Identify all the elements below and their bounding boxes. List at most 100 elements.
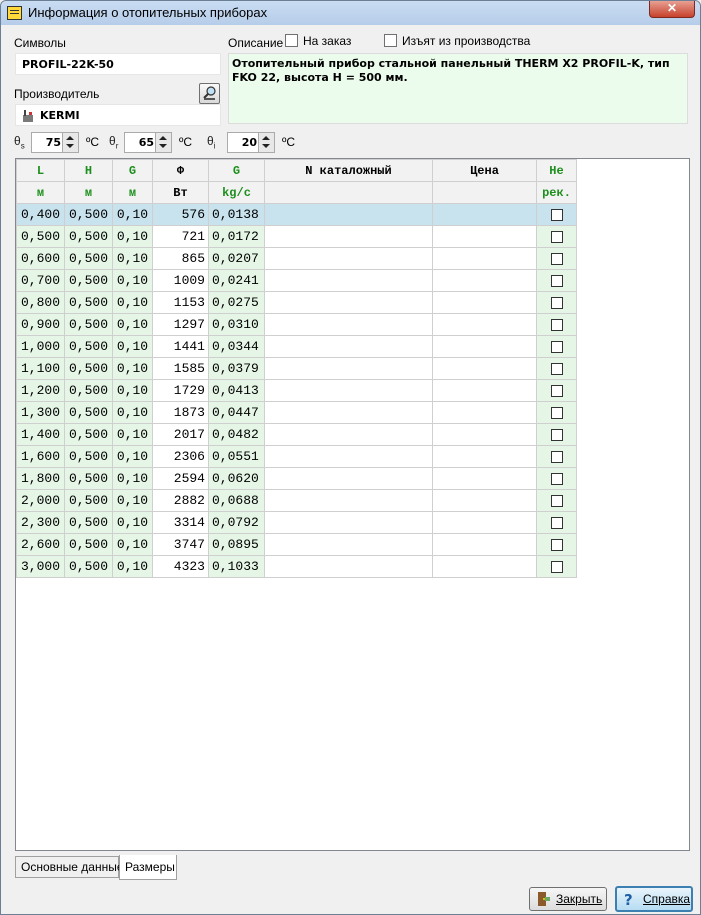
price-cell[interactable] bbox=[432, 401, 537, 424]
radiator-grid[interactable]: LHGΦGN каталожный Цена Не м м м Вт kg/c рек. 0,40… bbox=[15, 158, 690, 851]
column-header[interactable]: G bbox=[112, 159, 153, 182]
column-header[interactable]: Не bbox=[536, 159, 577, 182]
table-cell[interactable]: 1153 bbox=[152, 291, 209, 314]
table-cell[interactable]: 0,500 bbox=[64, 313, 113, 336]
table-cell[interactable]: 2882 bbox=[152, 489, 209, 512]
not-recommended-checkbox[interactable] bbox=[550, 318, 563, 331]
column-header[interactable]: м bbox=[64, 181, 113, 204]
catalog-number-cell[interactable] bbox=[264, 511, 433, 534]
table-cell[interactable]: 0,10 bbox=[112, 379, 153, 402]
catalog-number-cell[interactable] bbox=[264, 225, 433, 248]
price-cell[interactable] bbox=[432, 533, 537, 556]
column-header[interactable] bbox=[264, 181, 433, 204]
column-header[interactable]: H bbox=[64, 159, 113, 182]
not-recommended-checkbox[interactable] bbox=[550, 384, 563, 397]
table-cell[interactable]: 0,600 bbox=[16, 247, 65, 270]
table-cell[interactable]: 0,0207 bbox=[208, 247, 265, 270]
table-cell[interactable]: 2,000 bbox=[16, 489, 65, 512]
table-cell[interactable]: 0,500 bbox=[64, 401, 113, 424]
table-cell[interactable]: 0,0895 bbox=[208, 533, 265, 556]
table-cell[interactable]: 0,800 bbox=[16, 291, 65, 314]
table-cell[interactable]: 0,0379 bbox=[208, 357, 265, 380]
table-cell[interactable]: 0,10 bbox=[112, 269, 153, 292]
table-cell[interactable]: 1873 bbox=[152, 401, 209, 424]
table-row[interactable]: 0,800 0,500 0,10 1153 0,0275 bbox=[16, 291, 577, 314]
theta-s-arrows[interactable] bbox=[62, 133, 78, 152]
theta-i-arrows[interactable] bbox=[258, 133, 274, 152]
catalog-number-cell[interactable] bbox=[264, 489, 433, 512]
table-row[interactable]: 2,300 0,500 0,10 3314 0,0792 bbox=[16, 511, 577, 534]
catalog-number-cell[interactable] bbox=[264, 379, 433, 402]
spin-down-icon[interactable] bbox=[262, 144, 270, 148]
catalog-number-cell[interactable] bbox=[264, 401, 433, 424]
table-cell[interactable]: 1,600 bbox=[16, 445, 65, 468]
table-row[interactable]: 0,400 0,500 0,10 576 0,0138 bbox=[16, 203, 577, 226]
table-row[interactable]: 0,500 0,500 0,10 721 0,0172 bbox=[16, 225, 577, 248]
catalog-number-cell[interactable] bbox=[264, 247, 433, 270]
table-cell[interactable]: 0,10 bbox=[112, 423, 153, 446]
not-recommended-checkbox[interactable] bbox=[550, 208, 563, 221]
table-cell[interactable]: 0,0413 bbox=[208, 379, 265, 402]
table-cell[interactable]: 0,10 bbox=[112, 203, 153, 226]
not-recommended-checkbox[interactable] bbox=[550, 340, 563, 353]
table-row[interactable]: 0,900 0,500 0,10 1297 0,0310 bbox=[16, 313, 577, 336]
table-cell[interactable]: 0,0688 bbox=[208, 489, 265, 512]
table-cell[interactable]: 1729 bbox=[152, 379, 209, 402]
not-recommended-checkbox[interactable] bbox=[550, 516, 563, 529]
table-cell[interactable]: 0,10 bbox=[112, 401, 153, 424]
catalog-number-cell[interactable] bbox=[264, 313, 433, 336]
spin-down-icon[interactable] bbox=[159, 144, 167, 148]
table-cell[interactable]: 0,10 bbox=[112, 225, 153, 248]
column-header[interactable]: Φ bbox=[152, 159, 209, 182]
column-header[interactable]: м bbox=[112, 181, 153, 204]
table-cell[interactable]: 0,500 bbox=[64, 533, 113, 556]
table-cell[interactable]: 3747 bbox=[152, 533, 209, 556]
table-cell[interactable]: 0,500 bbox=[64, 335, 113, 358]
price-cell[interactable] bbox=[432, 423, 537, 446]
theta-s-spinner[interactable]: 75 bbox=[31, 132, 79, 153]
spin-up-icon[interactable] bbox=[66, 136, 74, 140]
catalog-number-cell[interactable] bbox=[264, 357, 433, 380]
table-cell[interactable]: 0,10 bbox=[112, 555, 153, 578]
theta-r-spinner[interactable]: 65 bbox=[124, 132, 172, 153]
table-cell[interactable]: 0,0447 bbox=[208, 401, 265, 424]
theta-r-arrows[interactable] bbox=[155, 133, 171, 152]
table-cell[interactable]: 0,500 bbox=[64, 423, 113, 446]
column-header[interactable]: Вт bbox=[152, 181, 209, 204]
table-row[interactable]: 3,000 0,500 0,10 4323 0,1033 bbox=[16, 555, 577, 578]
table-cell[interactable]: 0,10 bbox=[112, 445, 153, 468]
table-cell[interactable]: 0,500 bbox=[16, 225, 65, 248]
price-cell[interactable] bbox=[432, 269, 537, 292]
price-cell[interactable] bbox=[432, 379, 537, 402]
table-row[interactable]: 1,100 0,500 0,10 1585 0,0379 bbox=[16, 357, 577, 380]
table-cell[interactable]: 1585 bbox=[152, 357, 209, 380]
table-cell[interactable]: 1,200 bbox=[16, 379, 65, 402]
table-cell[interactable]: 3314 bbox=[152, 511, 209, 534]
table-cell[interactable]: 576 bbox=[152, 203, 209, 226]
price-cell[interactable] bbox=[432, 291, 537, 314]
theta-i-spinner[interactable]: 20 bbox=[227, 132, 275, 153]
table-cell[interactable]: 2017 bbox=[152, 423, 209, 446]
table-cell[interactable]: 0,1033 bbox=[208, 555, 265, 578]
column-header[interactable]: Цена bbox=[432, 159, 537, 182]
table-row[interactable]: 1,400 0,500 0,10 2017 0,0482 bbox=[16, 423, 577, 446]
table-cell[interactable]: 2594 bbox=[152, 467, 209, 490]
not-recommended-checkbox[interactable] bbox=[550, 472, 563, 485]
table-cell[interactable]: 0,10 bbox=[112, 511, 153, 534]
catalog-number-cell[interactable] bbox=[264, 423, 433, 446]
table-cell[interactable]: 0,0310 bbox=[208, 313, 265, 336]
on-order-checkbox[interactable] bbox=[285, 34, 298, 47]
column-header[interactable]: kg/c bbox=[208, 181, 265, 204]
table-cell[interactable]: 0,10 bbox=[112, 335, 153, 358]
tab-main-data[interactable]: Основные данные bbox=[15, 856, 124, 878]
table-cell[interactable]: 0,0551 bbox=[208, 445, 265, 468]
table-cell[interactable]: 0,500 bbox=[64, 203, 113, 226]
table-cell[interactable]: 0,0172 bbox=[208, 225, 265, 248]
title-bar[interactable]: Информация о отопительных приборах ✕ bbox=[1, 1, 700, 25]
catalog-number-cell[interactable] bbox=[264, 445, 433, 468]
not-recommended-checkbox[interactable] bbox=[550, 274, 563, 287]
price-cell[interactable] bbox=[432, 313, 537, 336]
catalog-number-cell[interactable] bbox=[264, 269, 433, 292]
table-cell[interactable]: 1009 bbox=[152, 269, 209, 292]
spin-up-icon[interactable] bbox=[159, 136, 167, 140]
